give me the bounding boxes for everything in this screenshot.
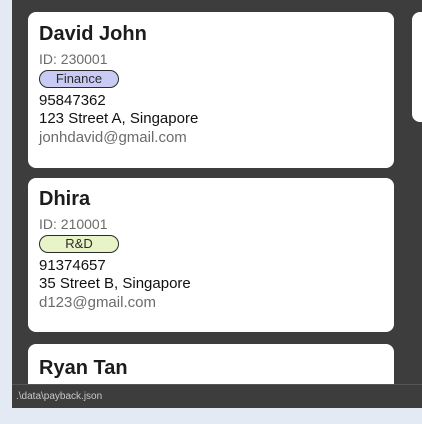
contact-email: jonhdavid@gmail.com bbox=[39, 129, 187, 146]
contact-card[interactable]: David John ID: 230001 Finance 95847362 1… bbox=[28, 12, 394, 168]
contact-name: David John bbox=[39, 23, 147, 45]
contact-name: Ryan Tan bbox=[39, 357, 128, 379]
contact-phone: 91374657 bbox=[39, 257, 106, 274]
department-tag: R&D bbox=[39, 235, 119, 253]
contact-address: 35 Street B, Singapore bbox=[39, 275, 191, 292]
contact-name: Dhira bbox=[39, 188, 91, 210]
contact-phone: 95847362 bbox=[39, 92, 106, 109]
file-path-label: .\data\payback.json bbox=[16, 391, 103, 402]
contact-id: ID: 230001 bbox=[39, 51, 108, 67]
app-window: David John ID: 230001 Finance 95847362 1… bbox=[12, 0, 422, 408]
status-bar: .\data\payback.json bbox=[12, 384, 422, 408]
contact-address: 123 Street A, Singapore bbox=[39, 110, 199, 127]
detail-panel bbox=[412, 12, 422, 122]
contact-email: d123@gmail.com bbox=[39, 294, 156, 311]
department-tag: Finance bbox=[39, 70, 119, 88]
contact-id: ID: 210001 bbox=[39, 216, 108, 232]
contact-card[interactable]: Dhira ID: 210001 R&D 91374657 35 Street … bbox=[28, 178, 394, 332]
